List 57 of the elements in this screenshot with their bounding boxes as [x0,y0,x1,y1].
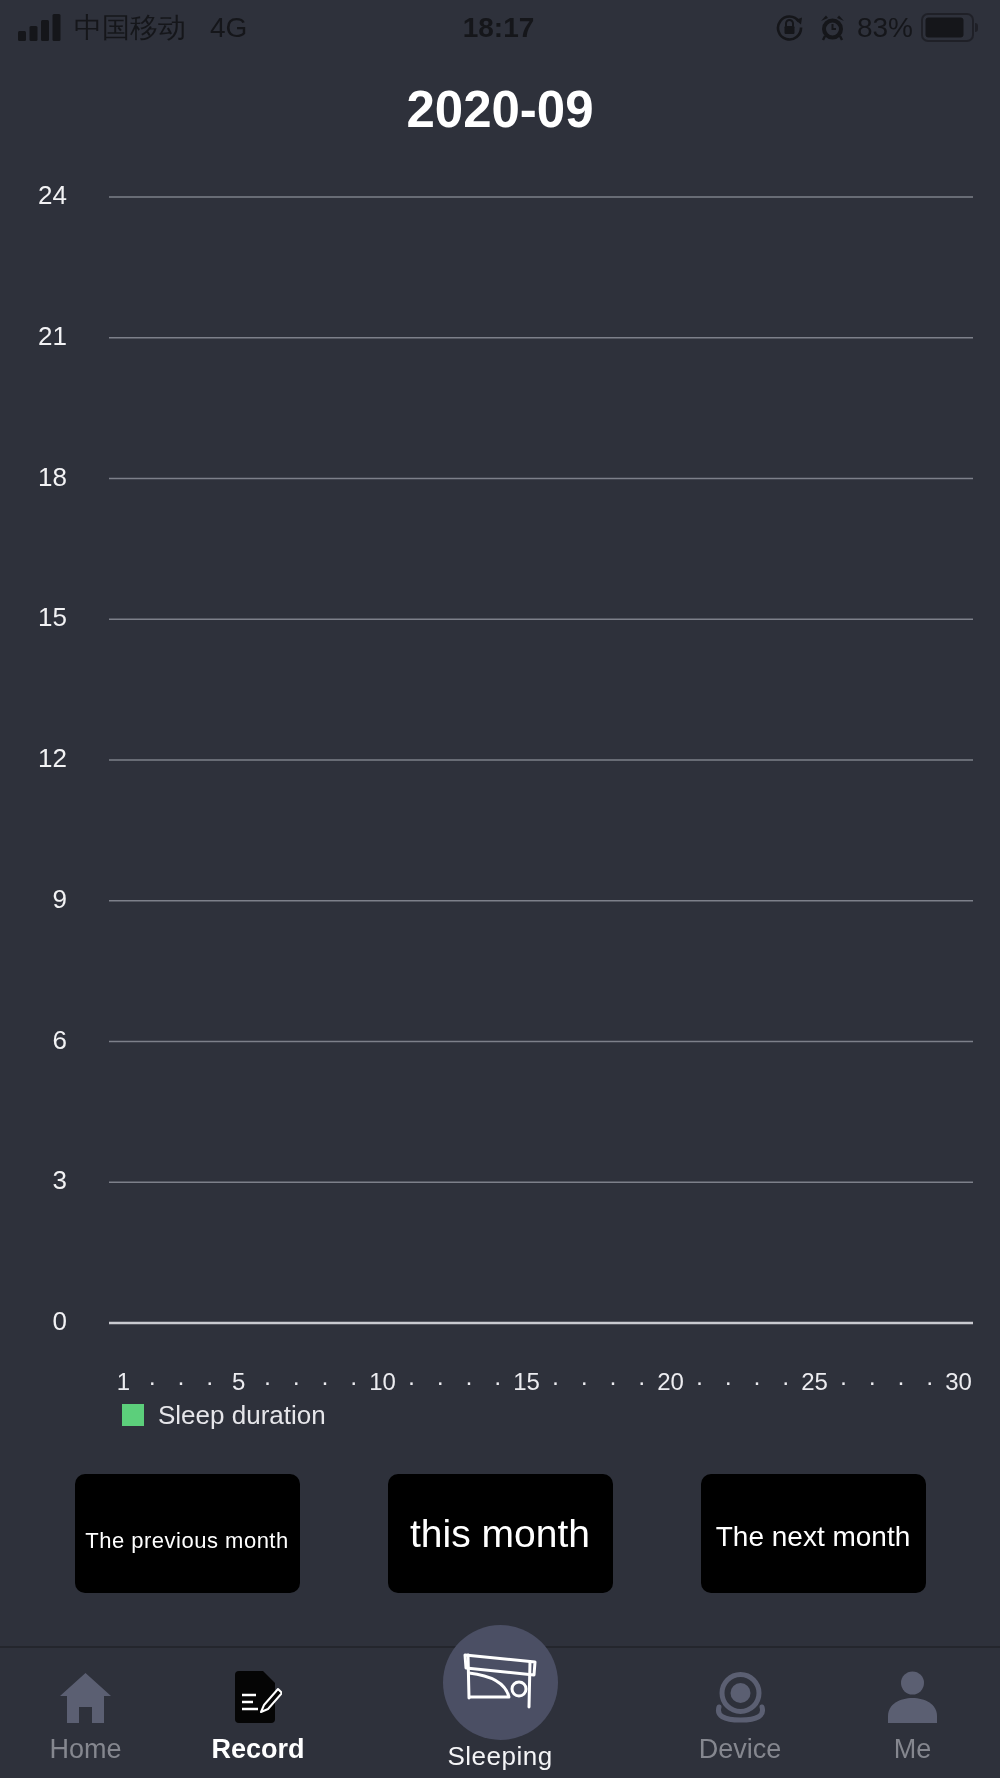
y-axis-label: 15 [38,602,67,633]
x-axis-label: · [925,1368,934,1395]
alarm-clock-icon [819,14,845,41]
y-axis-label: 18 [38,461,67,492]
month-button[interactable]: The previous month [74,1474,300,1593]
x-axis-label: · [781,1368,790,1395]
home-icon [59,1671,112,1723]
x-axis-label: · [868,1368,877,1395]
x-axis-label: · [897,1368,905,1395]
y-axis-label: 21 [38,320,67,351]
x-axis-label: 5 [231,1368,246,1395]
x-axis-label: 10 [369,1368,396,1395]
document-edit-icon [234,1671,282,1723]
x-axis-label: · [695,1368,704,1395]
x-axis-label: 30 [945,1368,972,1395]
x-axis-label: · [609,1368,617,1395]
battery-icon [921,13,979,42]
x-axis-label: · [292,1368,301,1395]
y-axis-label: 12 [38,743,67,773]
y-axis-label: 9 [52,883,67,914]
tab-button[interactable]: Me [888,1671,937,1764]
x-axis-label: · [551,1368,560,1395]
tab-button[interactable]: Record [211,1671,305,1764]
x-axis-label: · [349,1368,358,1395]
x-axis-label: 20 [657,1368,684,1395]
person-icon [888,1671,937,1723]
x-axis-label: · [263,1368,272,1395]
y-axis-label: 6 [52,1024,67,1055]
x-axis-label: · [839,1368,848,1395]
tab-button[interactable]: Home [49,1671,122,1764]
x-axis-label: 1 [116,1368,131,1395]
x-axis-label: · [148,1368,157,1395]
x-axis-label: · [465,1368,473,1395]
tab-button[interactable]: Device [698,1671,782,1764]
x-axis-label: · [321,1368,329,1395]
tab-button[interactable]: Sleeping [442,1625,558,1771]
x-axis-label: · [436,1368,445,1395]
x-axis-label: · [580,1368,589,1395]
bed-icon [442,1625,558,1740]
x-axis-label: · [753,1368,761,1395]
y-axis-label: 3 [52,1165,67,1196]
signal-icon [18,14,61,41]
x-axis-label: 15 [513,1368,540,1395]
rotation-lock-icon [774,13,804,42]
month-button[interactable]: The next month [700,1474,926,1593]
x-axis-label: · [724,1368,733,1395]
x-axis-label: 25 [801,1368,828,1395]
month-title: 2020-09 [406,80,594,140]
legend-label: Sleep duration [158,1400,326,1430]
x-axis-label: · [637,1368,646,1395]
month-button[interactable]: this month [387,1474,613,1593]
y-axis-label: 0 [52,1306,67,1336]
x-axis-label: · [177,1368,185,1395]
x-axis-label: · [407,1368,416,1395]
x-axis-label: · [205,1368,214,1395]
y-axis-label: 24 [38,180,67,210]
x-axis-label: · [493,1368,502,1395]
